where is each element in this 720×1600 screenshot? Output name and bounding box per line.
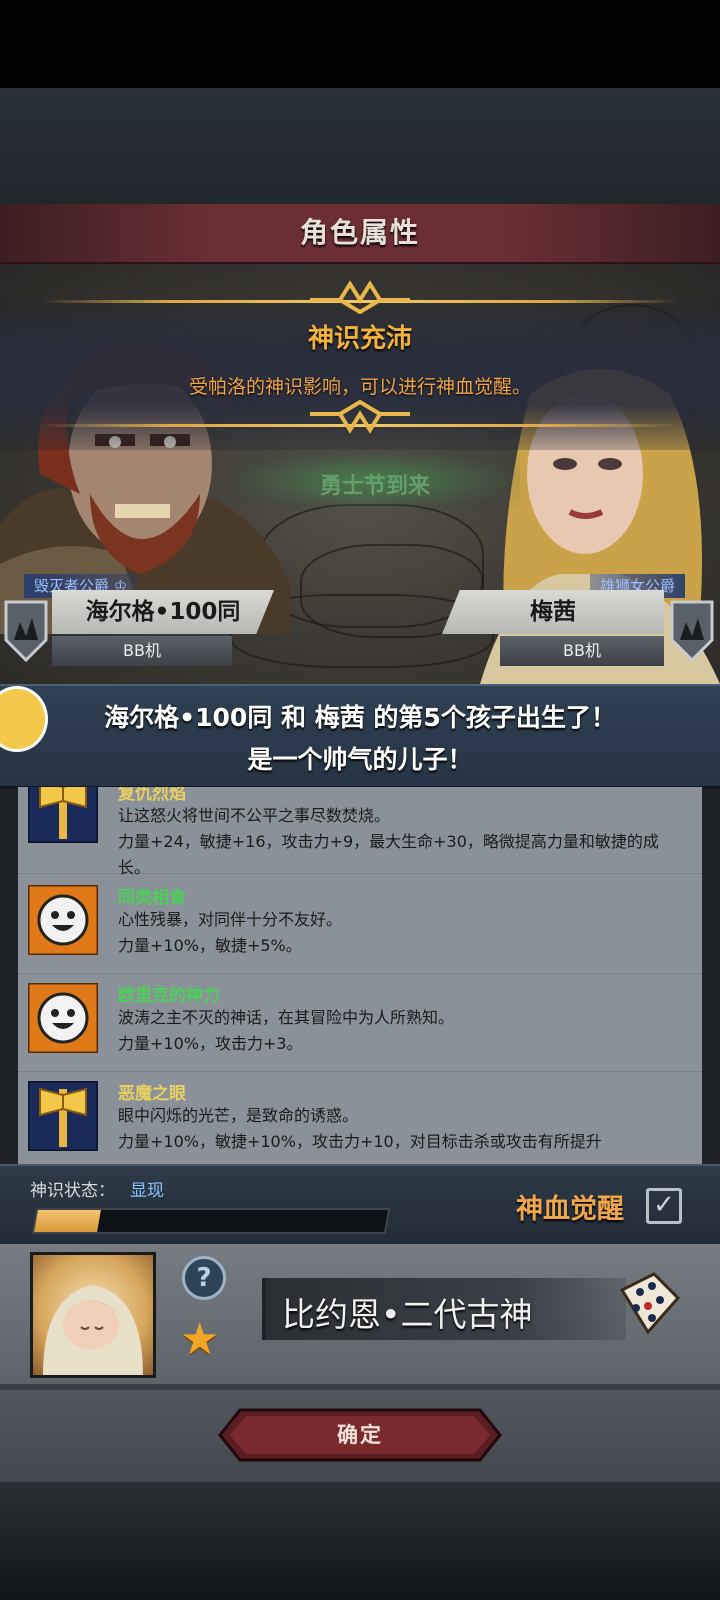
star-icon[interactable]: ★ xyxy=(180,1318,219,1362)
awaken-checkbox[interactable]: ✓ xyxy=(646,1188,682,1224)
ornament-top-icon xyxy=(310,280,410,314)
smiley-face-icon xyxy=(28,885,98,955)
divine-progress-bar xyxy=(31,1208,391,1234)
trait-description: 波涛之主不灭的神话，在其冒险中为人所熟知。 xyxy=(118,1008,455,1027)
divine-progress-fill xyxy=(34,1210,101,1232)
mother-sub: BB机 xyxy=(500,636,664,666)
trait-effect: 力量+10%，攻击力+3。 xyxy=(118,1034,303,1053)
trait-description: 眼中闪烁的光芒，是致命的诱惑。 xyxy=(118,1106,359,1125)
smiley-face-icon xyxy=(28,983,98,1053)
mother-nameplate: 梅茜 xyxy=(442,590,664,634)
upper-background xyxy=(0,88,720,204)
baby-icon xyxy=(43,1285,143,1375)
ornament-bottom-icon xyxy=(310,400,410,434)
trait-name: 同类相食 xyxy=(118,888,186,908)
trait-name: 欧里克的神力 xyxy=(118,986,220,1006)
trait-name: 恶魔之眼 xyxy=(118,1084,186,1104)
golden-axe-icon xyxy=(28,1081,98,1151)
announcement-line-1: 海尔格•100同 和 梅茜 的第5个孩子出生了！ xyxy=(104,703,616,732)
lower-background xyxy=(0,1482,720,1600)
dice-icon[interactable] xyxy=(614,1268,684,1338)
trait-item: 同类相食 心性残暴，对同伴十分不友好。 力量+10%，敏捷+5%。 xyxy=(18,875,702,974)
announcement-line-2: 是一个帅气的儿子！ xyxy=(247,745,473,774)
question-mark-icon[interactable]: ? xyxy=(182,1256,226,1300)
banner-title: 神识充沛 xyxy=(307,324,412,354)
trait-name: 复仇烈焰 xyxy=(118,787,186,804)
event-text: 勇士节到来 xyxy=(319,474,430,499)
mother-shield-icon xyxy=(670,600,714,662)
top-letterbox xyxy=(0,0,720,88)
status-label: 神识状态： xyxy=(30,1181,115,1201)
trait-effect: 力量+10%，敏捷+10%，攻击力+10，对目标击杀或攻击有所提升 xyxy=(118,1132,602,1151)
confirm-label: 确定 xyxy=(337,1423,383,1447)
banner-description: 受帕洛的神识影响，可以进行神血觉醒。 xyxy=(188,376,531,398)
trait-effect: 力量+24，敏捷+16，攻击力+9，最大生命+30，略微提高力量和敏捷的成长。 xyxy=(118,832,659,877)
status-value: 显现 xyxy=(130,1181,164,1201)
trait-item: 复仇烈焰 让这怒火将世间不公平之事尽数焚烧。 力量+24，敏捷+16，攻击力+9… xyxy=(18,787,702,877)
trait-item: 欧里克的神力 波涛之主不灭的神话，在其冒险中为人所熟知。 力量+10%，攻击力+… xyxy=(18,973,702,1072)
awaken-label: 神血觉醒 xyxy=(516,1194,624,1225)
child-portrait xyxy=(30,1252,156,1378)
trait-description: 让这怒火将世间不公平之事尽数焚烧。 xyxy=(118,806,391,825)
trait-item: 恶魔之眼 眼中闪烁的光芒，是致命的诱惑。 力量+10%，敏捷+10%，攻击力+1… xyxy=(18,1071,702,1164)
trait-list[interactable]: 复仇烈焰 让这怒火将世间不公平之事尽数焚烧。 力量+24，敏捷+16，攻击力+9… xyxy=(18,787,702,1164)
father-nameplate: 海尔格•100同 xyxy=(52,590,274,634)
father-shield-icon xyxy=(4,600,48,662)
child-name: 比约恩•二代古神 xyxy=(282,1295,533,1334)
trait-effect: 力量+10%，敏捷+5%。 xyxy=(118,936,302,955)
golden-axe-icon xyxy=(28,787,98,843)
trait-description: 心性残暴，对同伴十分不友好。 xyxy=(118,910,343,929)
screen-title: 角色属性 xyxy=(299,216,420,249)
father-sub: BB机 xyxy=(52,636,232,666)
